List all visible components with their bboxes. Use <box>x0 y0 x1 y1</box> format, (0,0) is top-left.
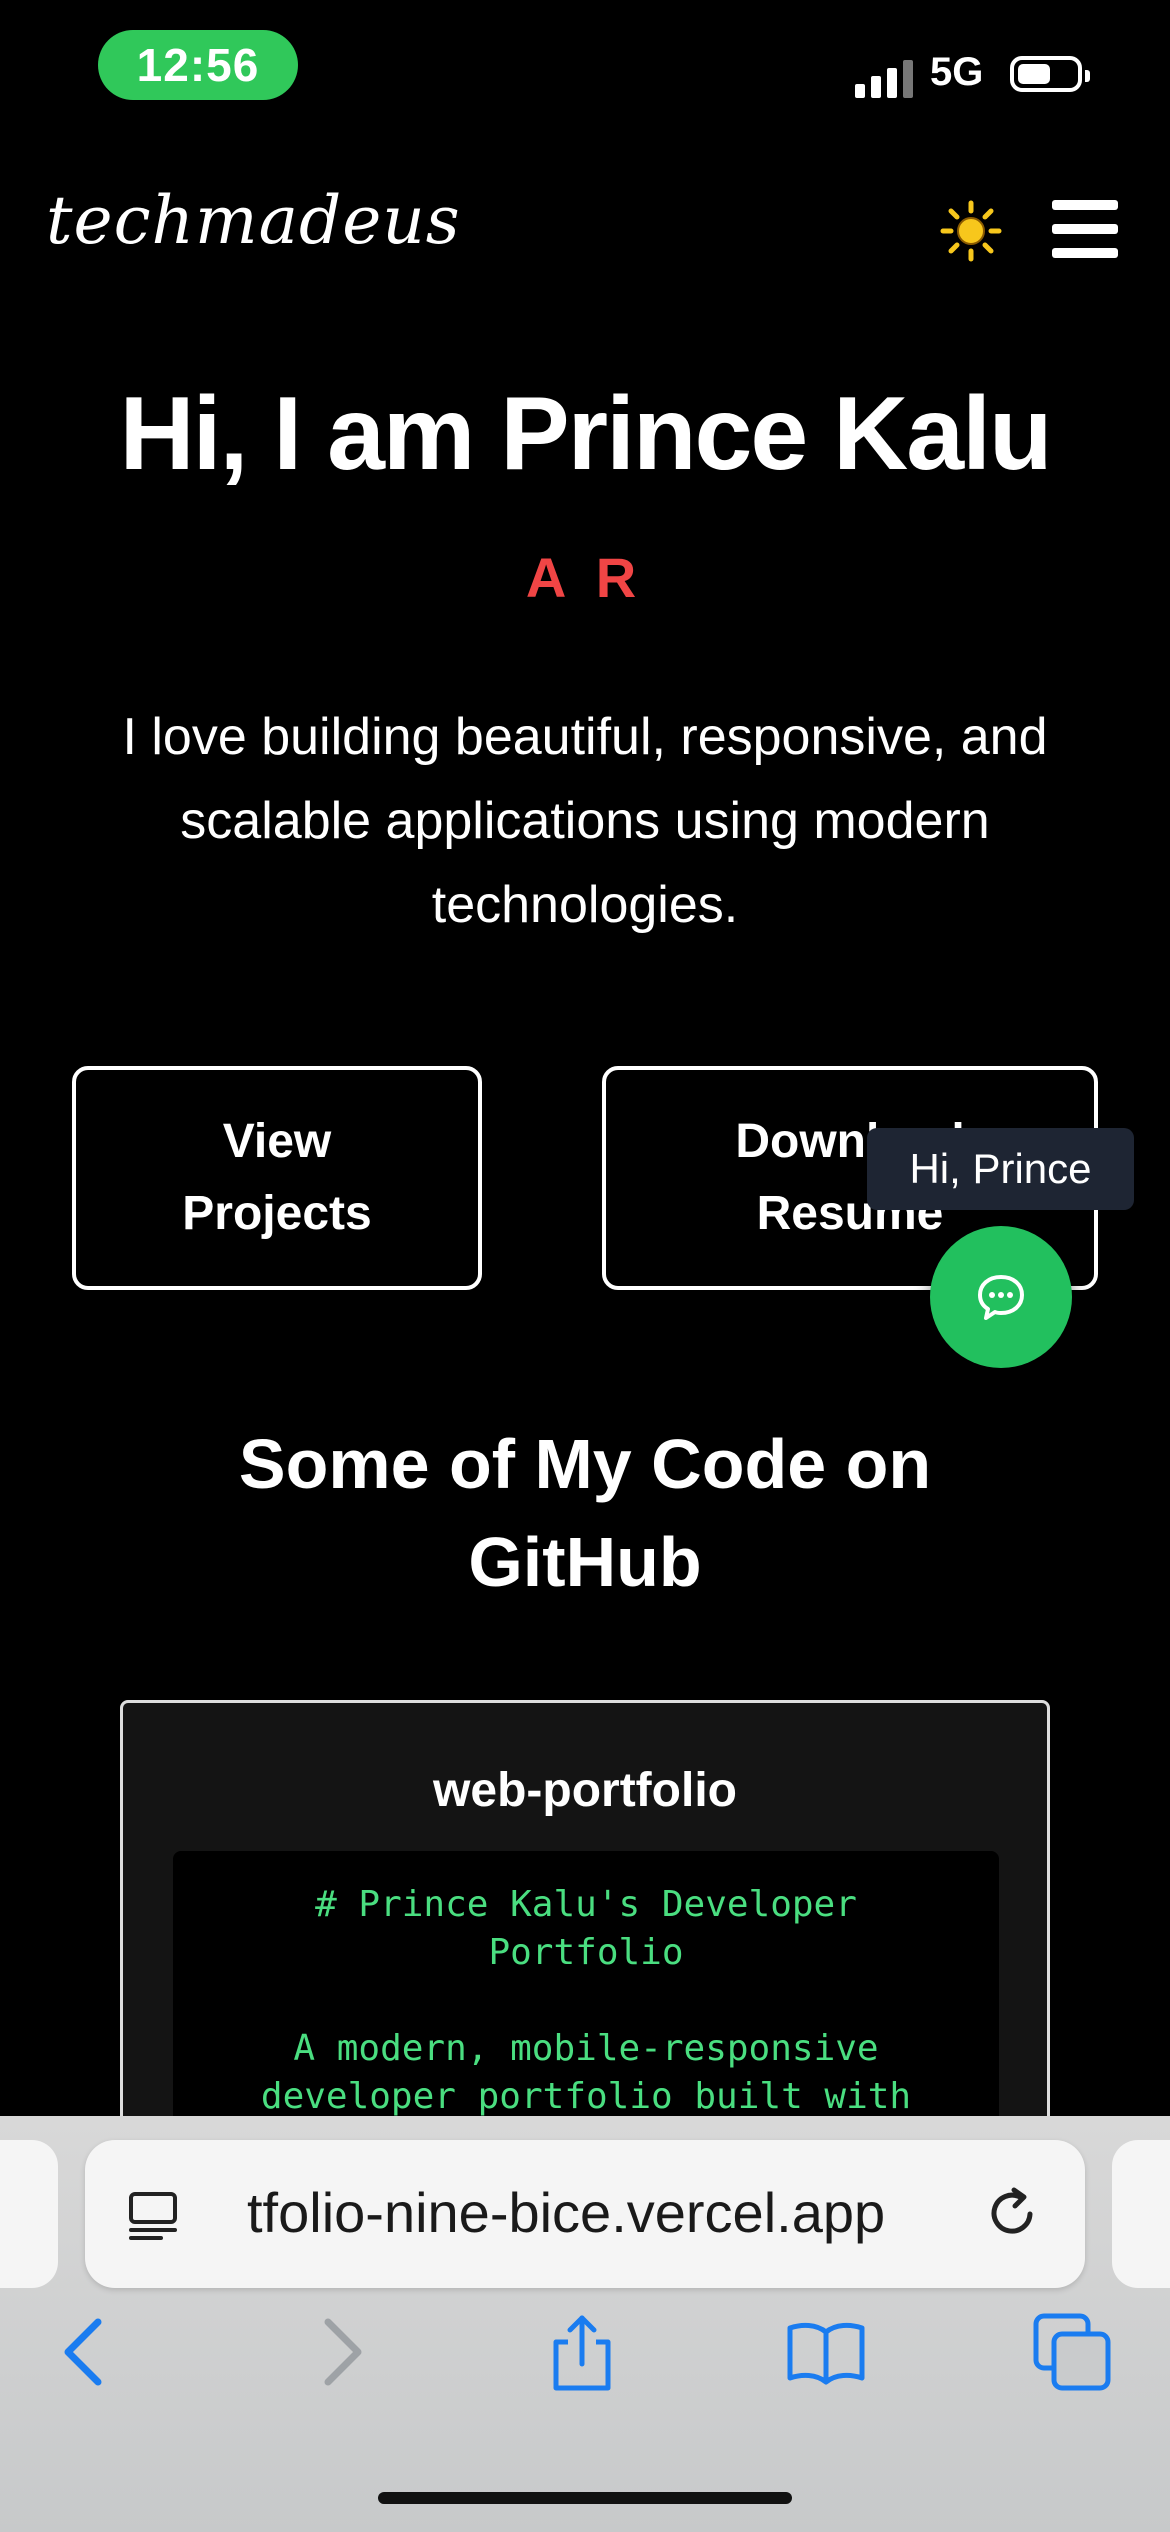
view-projects-label: View Projects <box>182 1115 372 1240</box>
site-logo[interactable]: techmadeus <box>46 182 461 259</box>
battery-icon <box>1010 56 1090 92</box>
status-time: 12:56 <box>98 30 298 100</box>
next-tab-peek[interactable] <box>1112 2140 1170 2288</box>
hero-title: Hi, I am Prince Kalu <box>119 376 1053 492</box>
back-icon[interactable] <box>46 2312 126 2392</box>
repo-title[interactable]: web-portfolio <box>123 1763 1047 1818</box>
cellular-signal-icon <box>855 58 913 98</box>
chat-button[interactable] <box>930 1226 1072 1368</box>
view-projects-button[interactable]: View Projects <box>72 1066 482 1290</box>
page-menu-icon[interactable] <box>125 2188 181 2244</box>
github-section-title: Some of My Code on GitHub <box>238 1425 932 1601</box>
tabs-icon[interactable] <box>1032 2312 1112 2392</box>
hamburger-icon[interactable] <box>1052 200 1118 258</box>
hero-description: I love building beautiful, responsive, a… <box>122 708 1048 934</box>
previous-tab-peek[interactable] <box>0 2140 58 2288</box>
share-icon[interactable] <box>542 2312 622 2392</box>
readme-text: # Prince Kalu's Developer Portfolio A mo… <box>260 1884 912 2117</box>
sun-icon[interactable] <box>940 200 1002 262</box>
address-bar[interactable]: tfolio-nine-bice.vercel.app <box>85 2140 1085 2288</box>
hero-role-text: A R <box>525 546 645 609</box>
url-text[interactable]: tfolio-nine-bice.vercel.app <box>247 2180 1047 2245</box>
home-indicator <box>378 2492 792 2504</box>
reload-icon[interactable] <box>980 2182 1044 2246</box>
bookmarks-icon[interactable] <box>786 2312 866 2392</box>
network-type: 5G <box>930 50 984 94</box>
chat-bubble-icon <box>978 1275 1024 1320</box>
forward-icon <box>324 2318 362 2386</box>
chat-tooltip: Hi, Prince <box>867 1128 1134 1210</box>
